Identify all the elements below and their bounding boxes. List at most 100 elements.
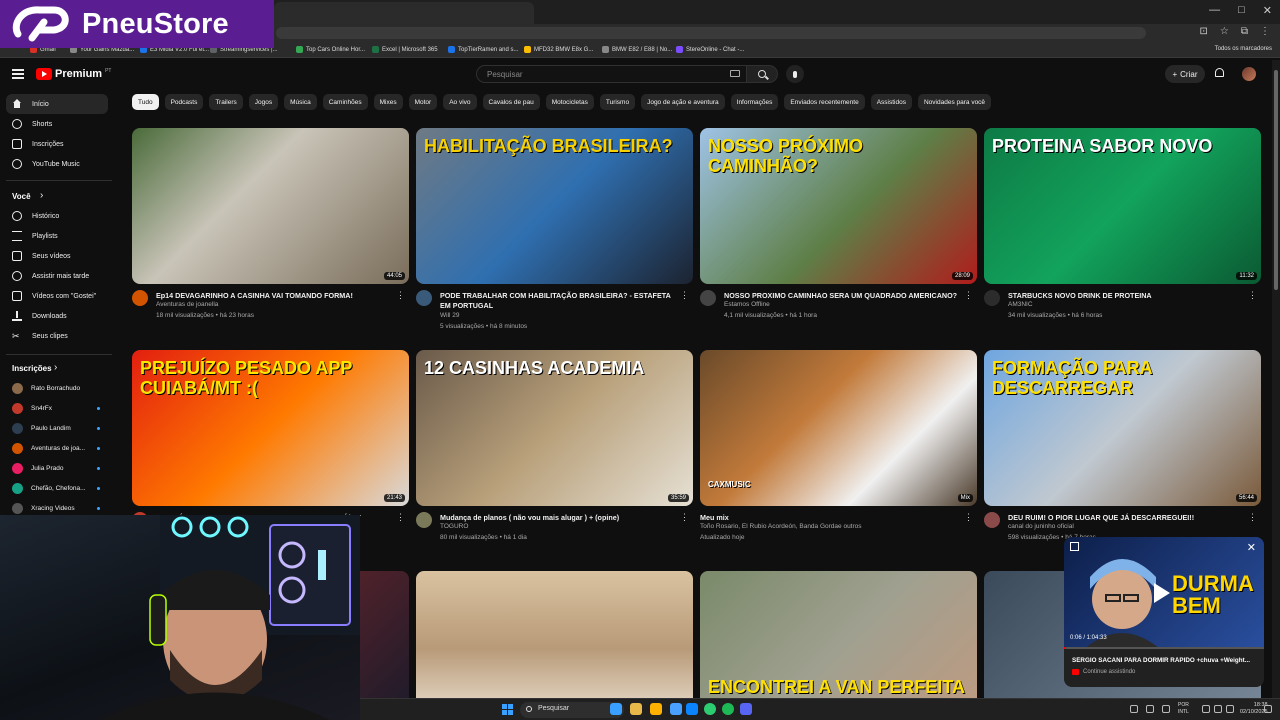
- filter-chip[interactable]: Motocicletas: [545, 94, 594, 110]
- video-card[interactable]: HABILITAÇÃO BRASILEIRA? PODE TRABALHAR CO…: [416, 128, 693, 330]
- camera-icon[interactable]: [1162, 705, 1170, 713]
- more-options-icon[interactable]: ⋮: [680, 291, 689, 300]
- star-icon[interactable]: ☆: [1220, 26, 1229, 37]
- language-indicator[interactable]: POR INTL: [1178, 702, 1189, 716]
- filter-chip[interactable]: Motor: [408, 94, 438, 110]
- sidebar-item-shorts[interactable]: Shorts: [6, 114, 108, 134]
- sidebar-item-music[interactable]: YouTube Music: [6, 154, 108, 174]
- filter-chip[interactable]: Assistidos: [870, 94, 912, 110]
- video-channel-name[interactable]: AM3NIC: [1008, 301, 1033, 308]
- sidebar-heading-you[interactable]: Você: [12, 192, 31, 201]
- video-thumbnail[interactable]: PROTEINA SABOR NOVO 11:32: [984, 128, 1261, 284]
- video-thumbnail[interactable]: CAXMUSIC Mix: [700, 350, 977, 506]
- video-channel-name[interactable]: Will 29: [440, 312, 460, 319]
- filter-chip[interactable]: Tudo: [132, 94, 159, 110]
- video-thumbnail[interactable]: FORMAÇÃO PARA DESCARREGAR 56:44: [984, 350, 1261, 506]
- video-thumbnail[interactable]: 12 CASINHAS ACADEMIA 35:59: [416, 350, 693, 506]
- video-title[interactable]: Meu mix: [700, 513, 936, 523]
- battery-icon[interactable]: [1226, 705, 1234, 713]
- filter-chip[interactable]: Enviados recentemente: [784, 94, 865, 110]
- more-options-icon[interactable]: ⋮: [680, 513, 689, 522]
- minimize-icon[interactable]: —: [1209, 4, 1220, 17]
- video-thumbnail[interactable]: 44:05: [132, 128, 409, 284]
- sidebar-heading-subscriptions[interactable]: Inscrições: [12, 364, 52, 373]
- sidebar-item-like[interactable]: Vídeos com "Gostei": [6, 286, 108, 306]
- cast-icon[interactable]: ⊡: [1200, 26, 1208, 37]
- video-card[interactable]: CAXMUSIC Mix Meu mix Toño Rosario, El Rubio…: [700, 350, 977, 552]
- person-app-icon[interactable]: [610, 703, 622, 715]
- more-options-icon[interactable]: ⋮: [964, 291, 973, 300]
- filter-chip[interactable]: Trailers: [209, 94, 243, 110]
- notification-icon[interactable]: [1264, 705, 1272, 713]
- video-card[interactable]: 44:05 Ep14 DEVAGARINHO A CASINHA VAI TOMA…: [132, 128, 409, 330]
- more-options-icon[interactable]: ⋮: [396, 513, 405, 522]
- video-channel-name[interactable]: Aventuras de joanella: [156, 301, 218, 308]
- account-avatar[interactable]: [1242, 67, 1256, 81]
- files-app-icon[interactable]: [630, 703, 642, 715]
- video-channel-name[interactable]: TOGURO: [440, 523, 468, 530]
- extensions-icon[interactable]: ⧉: [1241, 26, 1248, 37]
- filter-chip[interactable]: Podcasts: [164, 94, 204, 110]
- video-thumbnail[interactable]: HABILITAÇÃO BRASILEIRA?: [416, 128, 693, 284]
- channel-avatar[interactable]: [132, 290, 148, 306]
- more-options-icon[interactable]: ⋮: [396, 291, 405, 300]
- video-channel-name[interactable]: Toño Rosario, El Rubio Acordeón, Banda G…: [700, 523, 862, 530]
- sidebar-item-clips[interactable]: ✂ Seus clipes: [6, 326, 108, 346]
- bookmark-item[interactable]: TopTierRamen and s...: [448, 46, 518, 53]
- store-app-icon[interactable]: [670, 703, 682, 715]
- bookmark-item[interactable]: MFD32 BMW E8x G...: [524, 46, 593, 53]
- search-button[interactable]: [746, 65, 778, 83]
- filter-chip[interactable]: Mixes: [373, 94, 403, 110]
- wifi-icon[interactable]: [1202, 705, 1210, 713]
- video-title[interactable]: STARBUCKS NOVO DRINK DE PROTEINA: [1008, 291, 1244, 301]
- browser-tab[interactable]: [274, 2, 534, 24]
- video-title[interactable]: Ep14 DEVAGARINHO A CASINHA VAI TOMANDO F…: [156, 291, 392, 301]
- notifications-button[interactable]: [1214, 68, 1225, 80]
- start-button-icon[interactable]: [502, 704, 513, 715]
- voice-search-button[interactable]: [786, 65, 804, 83]
- video-title[interactable]: PODE TRABALHAR COM HABILITAÇÃO BRASILEIR…: [440, 291, 676, 311]
- bookmark-item[interactable]: Excel | Microsoft 365: [372, 46, 438, 53]
- video-card[interactable]: 12 CASINHAS ACADEMIA 35:59 Mudança de plan…: [416, 350, 693, 552]
- maximize-icon[interactable]: □: [1238, 4, 1245, 17]
- video-title[interactable]: Mudança de planos ( não vou mais alugar …: [440, 513, 676, 523]
- edge-app-icon[interactable]: [650, 703, 662, 715]
- menu-dots-icon[interactable]: ⋮: [1260, 26, 1270, 37]
- filter-chip[interactable]: Jogos: [248, 94, 279, 110]
- mini-player-progress[interactable]: [1064, 647, 1264, 649]
- scrollbar-thumb[interactable]: [1274, 70, 1278, 290]
- more-options-icon[interactable]: ⋮: [1248, 513, 1257, 522]
- filter-chip[interactable]: Informações: [730, 94, 779, 110]
- sidebar-item-home[interactable]: Início: [6, 94, 108, 114]
- bookmark-item[interactable]: Top Cars Online Hor...: [296, 46, 365, 53]
- chrome-app-icon[interactable]: [704, 703, 716, 715]
- channel-avatar[interactable]: [700, 290, 716, 306]
- mini-player[interactable]: ✕ DURMA BEM 0:06 / 1:04:33 SÉRGIO SACANI…: [1064, 537, 1264, 687]
- search-input[interactable]: Pesquisar: [476, 65, 748, 83]
- play-icon[interactable]: [1154, 583, 1170, 603]
- more-options-icon[interactable]: ⋮: [1248, 291, 1257, 300]
- filter-chip[interactable]: Turismo: [599, 94, 636, 110]
- video-card[interactable]: FORMAÇÃO PARA DESCARREGAR 56:44 DEU RUIM! …: [984, 350, 1261, 552]
- sidebar-subscription-item[interactable]: Chefão, Chefona...: [6, 478, 112, 498]
- filter-chip[interactable]: Novidades para você: [917, 94, 992, 110]
- video-channel-name[interactable]: canal do juninho oficial: [1008, 523, 1074, 530]
- youtube-logo[interactable]: Premium PT: [36, 68, 111, 80]
- filter-chip[interactable]: Ao vivo: [443, 94, 477, 110]
- video-title[interactable]: NOSSO PROXIMO CAMINHAO SERA UM QUADRADO …: [724, 291, 960, 301]
- spotify-app-icon[interactable]: [722, 703, 734, 715]
- filter-chip[interactable]: Cavalos de pau: [482, 94, 540, 110]
- sidebar-item-watch-later[interactable]: Assistir mais tarde: [6, 266, 108, 286]
- sidebar-subscription-item[interactable]: Paulo Landim: [6, 418, 112, 438]
- channel-avatar[interactable]: [984, 512, 1000, 528]
- more-options-icon[interactable]: ⋮: [964, 513, 973, 522]
- bookmark-item[interactable]: BMW E82 / E88 | No...: [602, 46, 672, 53]
- channel-avatar[interactable]: [416, 290, 432, 306]
- sidebar-subscription-item[interactable]: Aventuras de joa...: [6, 438, 112, 458]
- usb-icon[interactable]: [1146, 705, 1154, 713]
- sidebar-item-history[interactable]: Histórico: [6, 206, 108, 226]
- channel-avatar[interactable]: [984, 290, 1000, 306]
- bookmark-item[interactable]: StereOnline - Chat -...: [676, 46, 744, 53]
- sidebar-subscription-item[interactable]: Rato Borrachudo: [6, 378, 112, 398]
- chevron-up-icon[interactable]: [1130, 705, 1138, 713]
